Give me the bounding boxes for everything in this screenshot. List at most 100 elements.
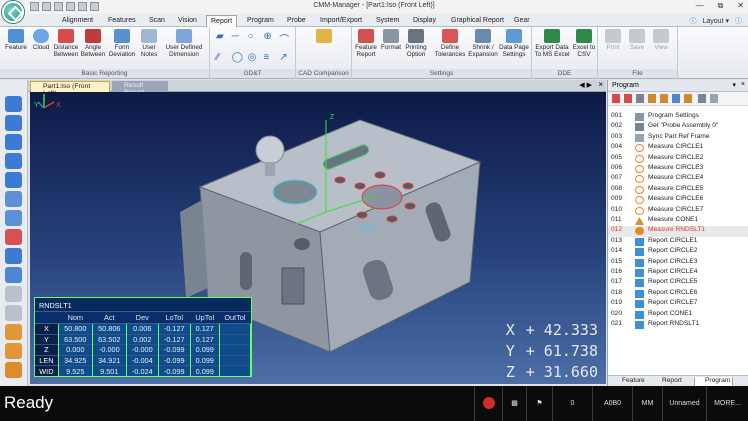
zoom-window-icon[interactable] — [5, 134, 22, 150]
help-icon[interactable]: ⓘ — [690, 16, 697, 26]
parallelism-icon[interactable]: ∕∕ — [216, 52, 229, 66]
symmetry-icon[interactable]: ≡ — [263, 52, 276, 66]
panel-close-icon[interactable]: × — [741, 81, 745, 88]
tab-features[interactable]: Features — [104, 15, 140, 27]
list-item[interactable]: 016 Report CIRCLE4 — [608, 268, 748, 278]
zoom-fit-icon[interactable] — [5, 153, 22, 169]
cloud-button[interactable]: Cloud — [30, 29, 52, 51]
list-item[interactable]: 014 Report CIRCLE2 — [608, 247, 748, 257]
distance-between-button[interactable]: Distance Between — [53, 29, 79, 58]
solid-view-icon[interactable] — [5, 362, 22, 378]
list-item[interactable]: 006 Measure CIRCLE3 — [608, 164, 748, 174]
zoom-out-icon[interactable] — [5, 115, 22, 131]
list-item[interactable]: 010 Measure CIRCLE7 — [608, 206, 748, 216]
tab-scroll-icon[interactable]: ◀ ▶ — [579, 81, 592, 89]
list-item[interactable]: 011 Measure CONE1 — [608, 216, 748, 226]
runout-icon[interactable]: ↗ — [279, 52, 292, 66]
options-icon[interactable] — [684, 94, 692, 103]
minimize-icon[interactable]: — — [696, 1, 704, 11]
list-item[interactable]: 009 Measure CIRCLE6 — [608, 195, 748, 205]
emergency-stop-icon[interactable] — [474, 386, 502, 421]
tab-graphical-report[interactable]: Graphical Report — [447, 15, 508, 27]
cad-viewport[interactable]: X Y Z CAD RNDSLT1 Nom Act Dev LoTol UpTo… — [30, 92, 606, 384]
save-button[interactable]: Save — [626, 29, 648, 51]
tab-vision[interactable]: Vision — [174, 15, 201, 27]
restore-icon[interactable]: ⧉ — [718, 1, 724, 11]
iso-view-icon[interactable] — [5, 267, 22, 283]
select-icon[interactable] — [5, 229, 22, 245]
list-item[interactable]: 008 Measure CIRCLE5 — [608, 185, 748, 195]
export-icon[interactable] — [698, 94, 706, 103]
printing-option-button[interactable]: Printing Option — [403, 29, 429, 58]
tab-system[interactable]: System — [372, 15, 403, 27]
user-defined-dimension-button[interactable]: User Defined Dimension — [162, 29, 206, 58]
define-tolerances-button[interactable]: Define Tolerances — [432, 29, 468, 58]
feature-report-button[interactable]: Feature Report — [354, 29, 378, 58]
step-icon[interactable] — [624, 94, 632, 103]
list-item[interactable]: 004 Measure CIRCLE1 — [608, 143, 748, 153]
list-item[interactable]: 020 Report CONE1 — [608, 310, 748, 320]
section-icon[interactable] — [5, 324, 22, 340]
tab-import-export[interactable]: Import/Export — [316, 15, 366, 27]
profile-icon[interactable]: ⌒ — [279, 31, 292, 49]
units-cell[interactable]: MM — [632, 386, 662, 421]
stop-icon[interactable] — [636, 94, 644, 103]
doc-close-icon[interactable]: × — [598, 80, 603, 89]
more-icon[interactable] — [710, 94, 718, 103]
tab-gear[interactable]: Gear — [510, 15, 534, 27]
probe-status-icon[interactable]: ⚑ — [526, 386, 552, 421]
form-deviation-button[interactable]: Form Deviation — [108, 29, 136, 58]
excel-to-csv-button[interactable]: Excel to CSV — [572, 29, 596, 58]
list-item[interactable]: 005 Measure CIRCLE2 — [608, 154, 748, 164]
run-icon[interactable] — [612, 94, 620, 103]
circularity-icon[interactable]: ○ — [248, 31, 261, 49]
list-item[interactable]: 018 Report CIRCLE6 — [608, 289, 748, 299]
list-item[interactable]: 021 Report RNDSLT1 — [608, 320, 748, 330]
cylindricity-icon[interactable]: ◯ — [232, 52, 245, 66]
record-icon[interactable] — [660, 94, 668, 103]
data-page-settings-button[interactable]: Data Page Settings — [498, 29, 530, 58]
more-button[interactable]: MORE... — [706, 386, 748, 421]
angle-between-button[interactable]: Angle Between — [80, 29, 106, 58]
machine-icon[interactable]: ▩ — [502, 386, 526, 421]
rotate-icon[interactable] — [5, 210, 22, 226]
list-item[interactable]: 001 Program Settings — [608, 112, 748, 122]
tab-result-report[interactable]: Result Report — [112, 81, 168, 96]
shrink-expansion-button[interactable]: Shrink / Expansion — [468, 29, 498, 58]
list-item[interactable]: 007 Measure CIRCLE4 — [608, 174, 748, 184]
zoom-in-icon[interactable] — [5, 96, 22, 112]
format-button[interactable]: Format — [379, 29, 403, 51]
tab-program[interactable]: Program — [243, 15, 278, 27]
list-item[interactable]: 017 Report CIRCLE5 — [608, 278, 748, 288]
view-orient-icon[interactable] — [5, 248, 22, 264]
straightness-icon[interactable]: ─ — [232, 31, 245, 49]
concentricity-icon[interactable]: ◎ — [248, 52, 261, 66]
user-notes-button[interactable]: User Notes — [138, 29, 160, 58]
position-icon[interactable]: ⊕ — [263, 31, 276, 49]
tab-part-view[interactable]: Part1:Iso (Front Left) — [30, 81, 110, 97]
list-item[interactable]: 002 Get "Probe Assembly 0" — [608, 122, 748, 132]
wireframe-icon[interactable] — [5, 305, 22, 321]
box-view-icon[interactable] — [5, 343, 22, 359]
tab-alignment[interactable]: Alignment — [58, 15, 97, 27]
flatness-icon[interactable]: ▰ — [216, 31, 229, 49]
tab-probe[interactable]: Probe — [283, 15, 310, 27]
layout-menu[interactable]: Layout ▾ — [703, 17, 730, 25]
feature-button[interactable]: Feature — [4, 29, 28, 51]
info-icon[interactable]: ⓘ — [735, 16, 742, 26]
shade-icon[interactable] — [5, 286, 22, 302]
view-button[interactable]: View — [650, 29, 672, 51]
pause-icon[interactable] — [648, 94, 656, 103]
tab-scan[interactable]: Scan — [145, 15, 169, 27]
close-icon[interactable]: ✕ — [737, 1, 744, 11]
print-button[interactable]: Print — [602, 29, 624, 51]
list-item[interactable]: 013 Report CIRCLE1 — [608, 237, 748, 247]
panel-pin-icon[interactable]: ▾ — [732, 81, 736, 89]
list-item[interactable]: 012 Measure RNDSLT1 — [608, 226, 748, 237]
list-item[interactable]: 015 Report CIRCLE3 — [608, 258, 748, 268]
app-logo[interactable] — [2, 1, 24, 23]
zoom-area-icon[interactable] — [5, 172, 22, 188]
cad-comparison-button[interactable] — [314, 29, 334, 44]
tab-display[interactable]: Display — [409, 15, 440, 27]
export-excel-button[interactable]: Export Data To MS Excel — [534, 29, 570, 58]
